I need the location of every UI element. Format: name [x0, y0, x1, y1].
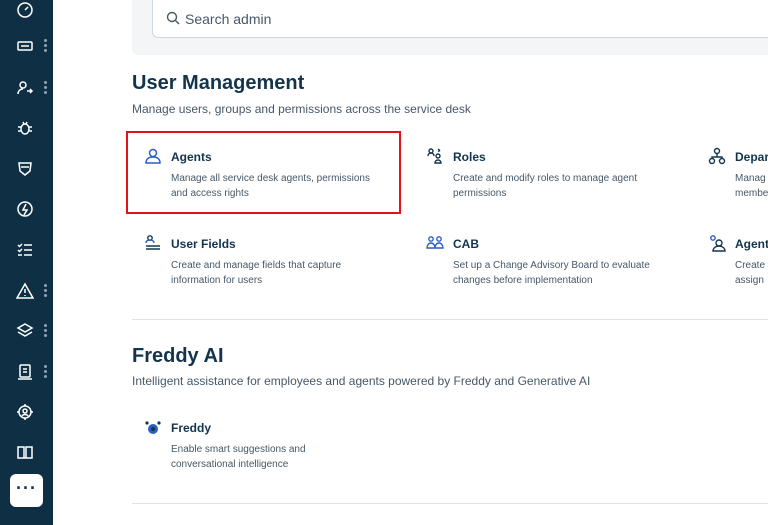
card-title: User Fields [171, 237, 236, 251]
shield-stack-icon [16, 159, 34, 177]
card-description: Set up a Change Advisory Board to evalua… [453, 260, 650, 286]
network-icon [16, 403, 34, 421]
sidebar-item-changes[interactable] [0, 150, 53, 186]
card-description: Enable smart suggestions and conversatio… [171, 444, 306, 470]
more-options-icon[interactable] [44, 81, 47, 95]
section-divider [132, 503, 768, 504]
card-user-fields[interactable]: User Fields Create and manage fields tha… [126, 220, 386, 290]
sidebar-item-solutions[interactable] [0, 354, 53, 390]
more-label: ··· [16, 478, 37, 498]
search-input[interactable] [185, 9, 585, 29]
card-freddy[interactable]: Freddy Enable smart suggestions and conv… [126, 404, 386, 474]
sidebar-item-tasks[interactable] [0, 232, 53, 268]
sidebar-item-knowledge[interactable] [0, 434, 53, 470]
freddy-icon [144, 418, 162, 436]
card-cab[interactable]: CAB Set up a Change Advisory Board to ev… [408, 220, 668, 290]
more-options-icon[interactable] [44, 284, 47, 298]
section-subtitle: Manage users, groups and permissions acr… [132, 102, 471, 116]
gauge-icon [16, 1, 34, 19]
users-swap-icon [16, 79, 34, 97]
card-title: Roles [453, 150, 486, 164]
more-options-icon[interactable] [44, 365, 47, 379]
card-description: Create and manage fields that capture in… [171, 260, 342, 286]
more-options-icon[interactable] [44, 324, 47, 338]
more-apps-button[interactable]: ··· [10, 474, 43, 507]
department-icon [708, 147, 726, 165]
section-subtitle: Intelligent assistance for employees and… [132, 374, 591, 388]
card-description: Create and modify roles to manage agent … [453, 173, 637, 199]
roles-icon [426, 147, 444, 165]
warning-icon [16, 282, 34, 300]
card-title: Depar [735, 150, 768, 164]
section-title-freddy-ai: Freddy AI [132, 345, 224, 367]
sidebar-item-assets[interactable] [0, 313, 53, 349]
search-box[interactable] [152, 0, 768, 38]
sidebar: ··· [0, 0, 53, 525]
card-departments[interactable]: Depar Manag membe [690, 133, 768, 203]
selection-highlight [126, 131, 401, 214]
document-icon [16, 363, 34, 381]
sidebar-item-tickets[interactable] [0, 28, 53, 64]
card-title: Freddy [171, 421, 212, 435]
sidebar-item-problems[interactable] [0, 110, 53, 146]
card-title: Agent [735, 237, 768, 251]
card-agent-groups[interactable]: Agent Create assign [690, 220, 768, 290]
more-options-icon[interactable] [44, 39, 47, 53]
card-description: Manag membe [735, 173, 768, 199]
layers-icon [16, 322, 34, 340]
lightning-icon [16, 200, 34, 218]
search-panel [132, 0, 768, 55]
checklist-icon [16, 241, 34, 259]
sidebar-item-releases[interactable] [0, 191, 53, 227]
section-divider [132, 319, 768, 320]
cab-icon [426, 234, 444, 252]
bug-icon [16, 119, 34, 137]
ticket-icon [16, 37, 34, 55]
user-fields-icon [144, 234, 162, 252]
book-icon [16, 443, 34, 461]
search-icon [166, 11, 180, 25]
sidebar-item-admin[interactable] [0, 394, 53, 430]
card-roles[interactable]: Roles Create and modify roles to manage … [408, 133, 668, 203]
card-description: Create assign [735, 260, 766, 286]
sidebar-item-requesters[interactable] [0, 70, 53, 106]
sidebar-item-alerts[interactable] [0, 273, 53, 309]
agent-groups-icon [708, 234, 726, 252]
admin-main: User Management Manage users, groups and… [53, 0, 768, 525]
sidebar-item-dashboard[interactable] [0, 0, 53, 28]
section-title-user-management: User Management [132, 72, 305, 94]
card-title: CAB [453, 237, 479, 251]
